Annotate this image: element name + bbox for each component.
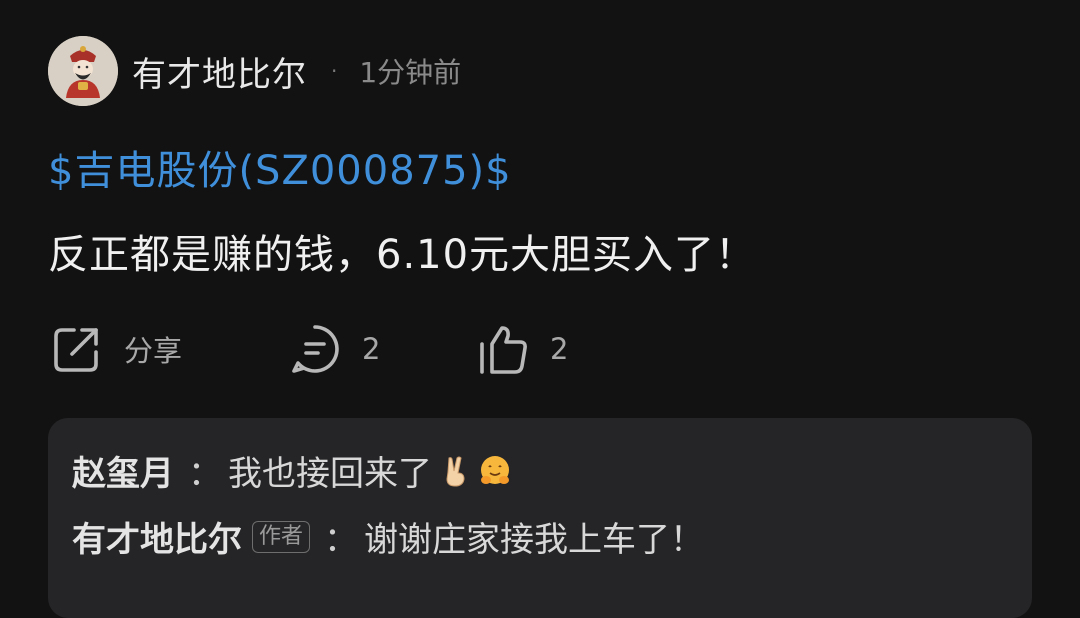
- victory-hand-emoji: [446, 456, 465, 487]
- like-button[interactable]: 2: [474, 318, 568, 380]
- thumbs-up-icon: [480, 326, 527, 374]
- hugging-face-emoji: [481, 455, 509, 484]
- comment-author[interactable]: 赵玺月: [72, 446, 174, 495]
- comment-author[interactable]: 有才地比尔: [72, 512, 242, 561]
- share-button[interactable]: 分享: [48, 318, 182, 380]
- post-card: 有才地比尔 · 1分钟前 $吉电股份(SZ000875)$ 反正都是赚的钱，6.…: [0, 0, 1080, 618]
- post-content: 反正都是赚的钱，6.10元大胆买入了！: [48, 232, 757, 278]
- comment-button[interactable]: 2: [286, 318, 380, 380]
- comment-text: 谢谢庄家接我上车了！: [364, 520, 705, 560]
- comment-preview-box[interactable]: 赵玺月 ： 我也接回来了 有才地比尔 作者 ： 谢谢庄家接我上车了！: [48, 418, 1032, 618]
- share-label: 分享: [124, 334, 183, 368]
- comment-separator: ：: [188, 454, 222, 494]
- comment-count: 2: [362, 332, 381, 366]
- meta-separator: ·: [331, 59, 338, 83]
- avatar[interactable]: [48, 36, 118, 106]
- comment-text: 我也接回来了: [228, 454, 432, 494]
- author-badge: 作者: [252, 520, 311, 553]
- comment-item[interactable]: 赵玺月 ： 我也接回来了: [72, 446, 512, 495]
- comment-separator: ：: [324, 520, 359, 560]
- avatar-image-icon: [48, 36, 118, 106]
- share-icon: [54, 328, 98, 372]
- stock-link[interactable]: $吉电股份(SZ000875)$: [48, 138, 512, 196]
- post-time: 1分钟前: [359, 56, 462, 89]
- comment-item[interactable]: 有才地比尔 作者 ： 谢谢庄家接我上车了！: [72, 512, 704, 561]
- comment-icon: [292, 325, 339, 373]
- post-header: 有才地比尔 · 1分钟前: [48, 36, 461, 106]
- like-count: 2: [550, 332, 569, 366]
- action-bar: 分享 2 2: [48, 318, 1028, 380]
- author-name[interactable]: 有才地比尔: [132, 47, 307, 96]
